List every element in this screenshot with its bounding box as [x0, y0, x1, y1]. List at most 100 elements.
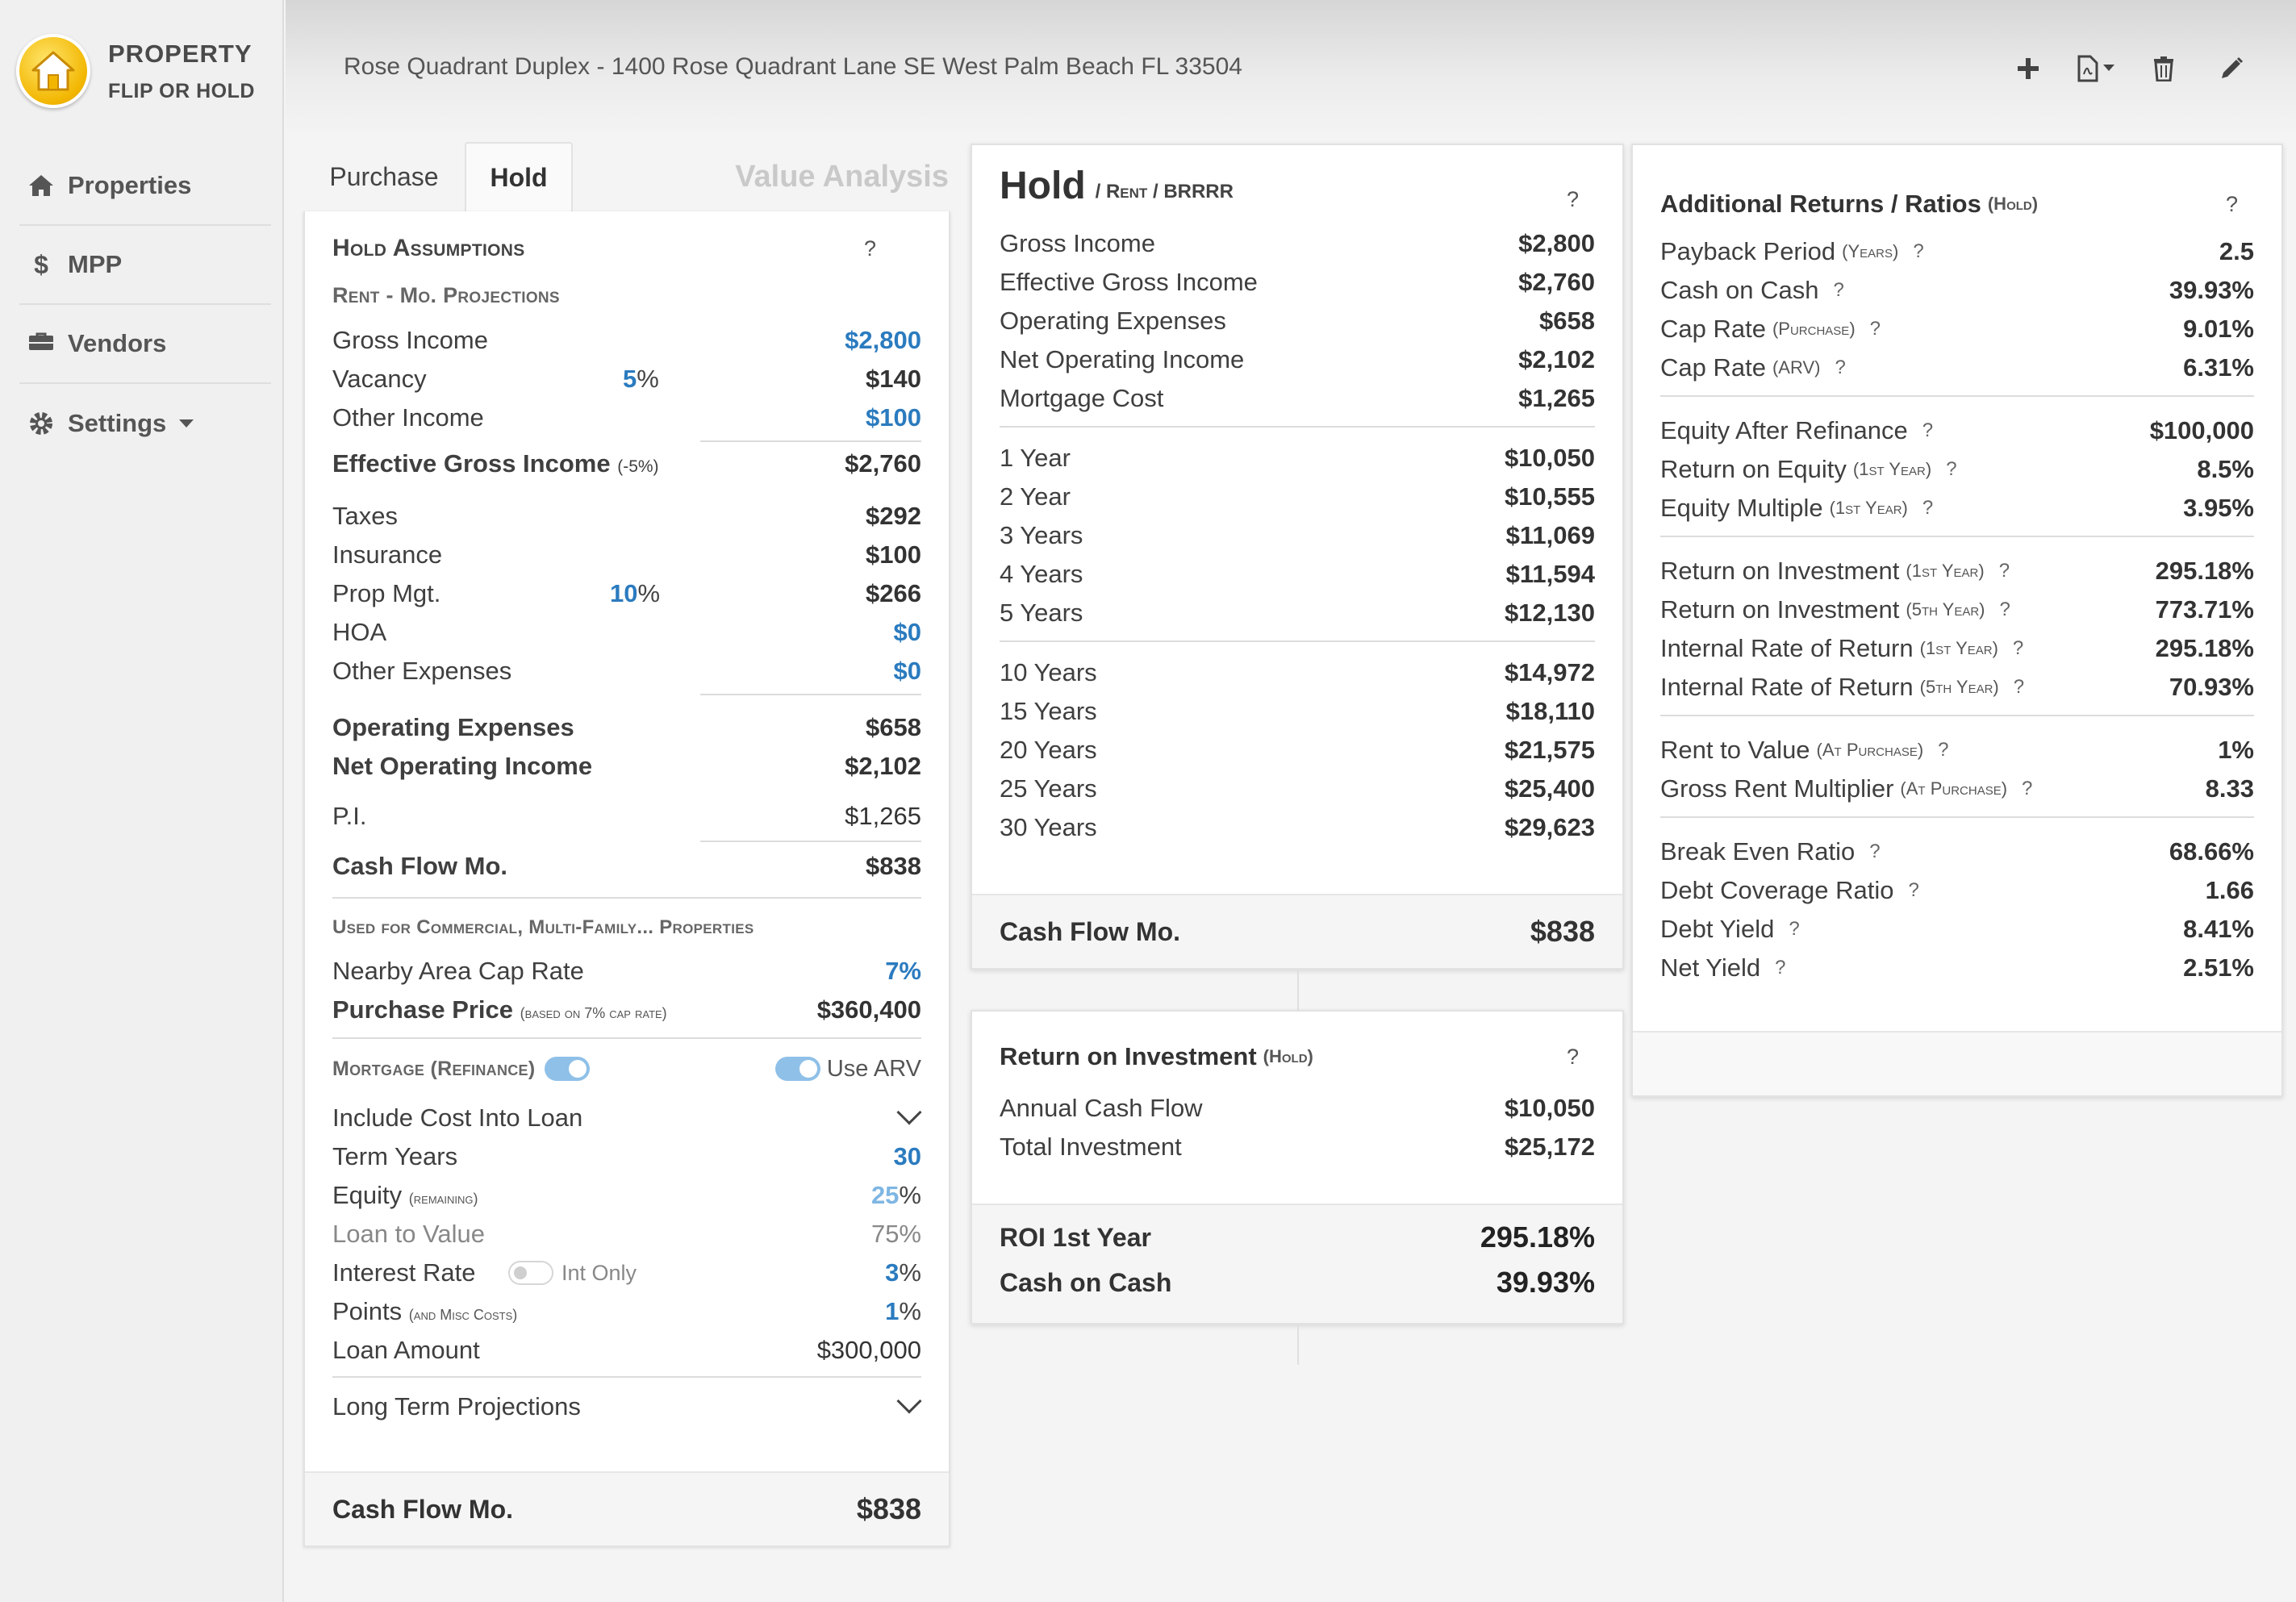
pencil-icon — [2222, 56, 2244, 78]
brand-logo[interactable]: PROPERTY FLIP OR HOLD — [16, 31, 255, 111]
use-arv-control[interactable]: Use ARV — [774, 1056, 921, 1083]
sidebar-item-mpp[interactable]: $ MPP — [19, 226, 271, 305]
metric-value: 773.71% — [2155, 595, 2254, 624]
roi-card-header: Return on Investment (Hold) ? — [1000, 1024, 1595, 1089]
hoa-row: HOA $0 — [332, 613, 921, 652]
row-label: 5 Years — [1000, 599, 1083, 627]
delete-button[interactable] — [2139, 50, 2188, 87]
points-input[interactable]: 1% — [885, 1297, 921, 1326]
long-term-projections-row[interactable]: Long Term Projections — [332, 1378, 922, 1436]
help-icon[interactable]: ? — [1922, 419, 1933, 442]
vacancy-pct-input[interactable]: 5% — [623, 365, 659, 394]
help-icon[interactable]: ? — [1775, 957, 1785, 979]
tab-hold[interactable]: Hold — [465, 142, 573, 211]
prop-mgt-pct-input[interactable]: 10% — [610, 579, 660, 608]
header: Rose Quadrant Duplex - 1400 Rose Quadran… — [286, 0, 2296, 137]
edit-button[interactable] — [2207, 50, 2256, 87]
hoa-input[interactable]: $0 — [894, 618, 921, 647]
help-icon[interactable]: ? — [2022, 778, 2032, 800]
help-icon[interactable]: ? — [1938, 739, 1948, 761]
help-icon[interactable]: ? — [2013, 637, 2023, 660]
metric-label: Return on Equity — [1660, 455, 1847, 483]
gross-income-input[interactable]: $2,800 — [845, 326, 921, 355]
tab-purchase[interactable]: Purchase — [303, 142, 465, 211]
row-label: Gross Income — [1000, 229, 1155, 257]
row-value: $658 — [866, 713, 921, 741]
row-label: Loan Amount — [332, 1336, 480, 1364]
brand-line2: FLIP OR HOLD — [108, 79, 255, 102]
row-value: $10,050 — [1504, 1094, 1595, 1122]
tab-value-analysis[interactable]: Value Analysis — [707, 142, 949, 211]
interest-rate-input[interactable]: 3% — [885, 1258, 921, 1287]
equity-label: Equity — [332, 1181, 403, 1209]
pdf-icon — [2077, 55, 2114, 82]
cap-rate-input[interactable]: 7% — [885, 957, 921, 986]
projection-row: 30 Years $29,623 — [1000, 808, 1595, 847]
row-label: 30 Years — [1000, 813, 1097, 841]
help-icon[interactable]: ? — [1567, 187, 1579, 212]
projection-row: 25 Years $25,400 — [1000, 770, 1595, 808]
help-icon[interactable]: ? — [1913, 240, 1923, 263]
include-cost-row[interactable]: Include Cost Into Loan — [332, 1099, 922, 1137]
help-icon[interactable]: ? — [1869, 841, 1880, 863]
row-value: $18,110 — [1505, 697, 1595, 725]
total-investment-row: Total Investment $25,172 — [1000, 1128, 1595, 1166]
help-icon[interactable]: ? — [1922, 497, 1933, 519]
metric-value: 1.66 — [2205, 876, 2254, 904]
help-icon[interactable]: ? — [1870, 318, 1881, 340]
sidebar-item-properties[interactable]: Properties — [19, 147, 271, 226]
projection-row: 2 Year $10,555 — [1000, 478, 1595, 516]
equity-input[interactable]: 25% — [871, 1181, 921, 1210]
commercial-section-heading: Used for Commercial, Multi-Family... Pro… — [332, 903, 921, 952]
help-icon[interactable]: ? — [864, 236, 876, 261]
metric-label: Break Even Ratio — [1660, 837, 1856, 866]
help-icon[interactable]: ? — [1835, 357, 1845, 379]
row-label: Gross Income — [332, 326, 488, 354]
tab-bar: Purchase Hold Value Analysis — [303, 142, 949, 211]
hold-long-term-list: 10 Years $14,972 15 Years $18,110 20 Years $2… — [1000, 653, 1595, 847]
int-only-control[interactable]: Int Only — [508, 1261, 637, 1286]
egi-note: (-5%) — [617, 457, 659, 476]
term-years-input[interactable]: 30 — [894, 1142, 921, 1171]
metric-label: Debt Yield — [1660, 915, 1775, 943]
help-icon[interactable]: ? — [1567, 1045, 1579, 1070]
row-value: $2,760 — [1518, 268, 1595, 296]
use-arv-toggle[interactable] — [774, 1057, 820, 1081]
roi-card-title-note: (Hold) — [1263, 1046, 1313, 1066]
rent-section-heading: Rent - Mo. Projections — [332, 279, 921, 311]
help-icon[interactable]: ? — [1946, 458, 1956, 481]
row-label: Effective Gross Income (-5%) — [332, 449, 659, 478]
chevron-down-icon[interactable] — [896, 1099, 922, 1125]
metric-row: Return on Investment (5th Year)? 773.71% — [1660, 590, 2254, 629]
sidebar-item-label: Vendors — [68, 329, 167, 357]
other-income-input[interactable]: $100 — [866, 403, 921, 432]
help-icon[interactable]: ? — [2014, 676, 2024, 699]
add-button[interactable] — [2004, 50, 2052, 87]
refinance-toggle[interactable] — [545, 1057, 591, 1081]
row-value: $2,800 — [1518, 229, 1595, 257]
help-icon[interactable]: ? — [2226, 192, 2238, 217]
help-icon[interactable]: ? — [1833, 279, 1843, 302]
annual-cash-flow-row: Annual Cash Flow $10,050 — [1000, 1089, 1595, 1128]
operating-expenses-row: Operating Expenses $658 — [332, 708, 921, 747]
other-expenses-input[interactable]: $0 — [894, 657, 921, 686]
hold-summary-list: Gross Income $2,800 Effective Gross Income… — [1000, 224, 1595, 418]
help-icon[interactable]: ? — [1909, 879, 1919, 902]
points-label: Points — [332, 1297, 403, 1325]
help-icon[interactable]: ? — [2000, 599, 2010, 621]
hold-short-term-list: 1 Year $10,050 2 Year $10,555 3 Years $11,069… — [1000, 439, 1595, 632]
help-icon[interactable]: ? — [1999, 560, 2010, 582]
sidebar-item-vendors[interactable]: Vendors — [19, 305, 271, 384]
row-label: P.I. — [332, 802, 367, 830]
chevron-down-icon[interactable] — [896, 1388, 922, 1414]
int-only-toggle[interactable] — [508, 1261, 553, 1285]
help-icon[interactable]: ? — [1789, 918, 1799, 941]
export-pdf-button[interactable] — [2072, 50, 2120, 87]
row-label: Net Operating Income — [1000, 345, 1245, 373]
hold-summary-row: Gross Income $2,800 — [1000, 224, 1595, 263]
gross-income-row: Gross Income $2,800 — [332, 321, 921, 360]
purchase-price-note: (based on 7% cap rate) — [520, 1005, 667, 1021]
metric-label: Gross Rent Multiplier — [1660, 774, 1894, 803]
roi-card: Return on Investment (Hold) ? Annual Cas… — [971, 1010, 1624, 1325]
sidebar-item-settings[interactable]: Settings — [19, 384, 271, 463]
